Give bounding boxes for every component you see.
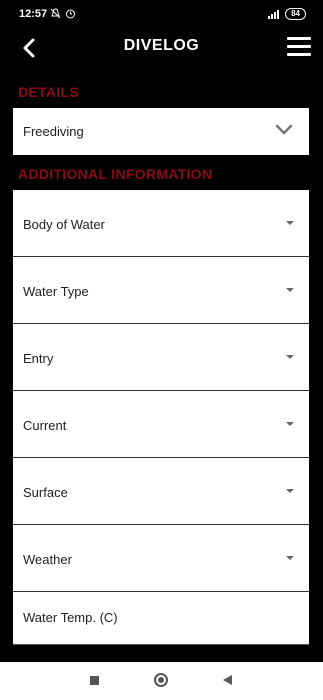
current-select[interactable]: Current <box>13 391 309 458</box>
hamburger-menu-icon[interactable] <box>287 37 311 57</box>
back-triangle-icon[interactable] <box>223 675 232 685</box>
dropdown-arrow-icon <box>286 221 294 225</box>
signal-icon <box>268 9 280 19</box>
additional-information-heading: ADDITIONAL INFORMATION <box>18 166 213 182</box>
weather-select[interactable]: Weather <box>13 525 309 592</box>
water-type-select[interactable]: Water Type <box>13 257 309 324</box>
screen: 12:57 84 DIVELOG DETAILS Freediving ADDI… <box>0 0 323 700</box>
recents-icon[interactable] <box>90 676 99 685</box>
field-label: Weather <box>23 552 72 567</box>
home-icon[interactable] <box>154 673 168 687</box>
battery-icon: 84 <box>285 8 306 20</box>
dive-type-select[interactable]: Freediving <box>13 108 309 155</box>
dive-type-value: Freediving <box>23 124 84 139</box>
dropdown-arrow-icon <box>286 422 294 426</box>
field-label: Entry <box>23 351 54 366</box>
surface-select[interactable]: Surface <box>13 458 309 525</box>
details-heading: DETAILS <box>18 84 79 100</box>
status-icons <box>50 8 76 23</box>
field-label: Current <box>23 418 67 433</box>
system-nav-bar <box>0 662 323 700</box>
body-of-water-select[interactable]: Body of Water <box>13 190 309 257</box>
field-label: Body of Water <box>23 217 105 232</box>
dropdown-arrow-icon <box>286 556 294 560</box>
field-label: Water Type <box>23 284 89 299</box>
dropdown-arrow-icon <box>286 288 294 292</box>
field-label: Surface <box>23 485 68 500</box>
status-right: 84 <box>268 8 306 20</box>
dropdown-arrow-icon <box>286 489 294 493</box>
water-temp-input[interactable]: Water Temp. (C) <box>13 592 309 645</box>
dropdown-arrow-icon <box>286 355 294 359</box>
status-bar: 12:57 84 <box>0 0 323 28</box>
app-header: DIVELOG <box>0 28 323 68</box>
chevron-down-icon <box>275 124 293 135</box>
page-title: DIVELOG <box>123 37 200 54</box>
status-time: 12:57 <box>19 8 48 20</box>
water-temp-placeholder: Water Temp. (C) <box>23 610 118 625</box>
no-notifications-icon <box>50 8 61 23</box>
entry-select[interactable]: Entry <box>13 324 309 391</box>
alarm-icon <box>65 8 76 23</box>
additional-fields-list: Body of Water Water Type Entry Current S… <box>13 190 309 645</box>
